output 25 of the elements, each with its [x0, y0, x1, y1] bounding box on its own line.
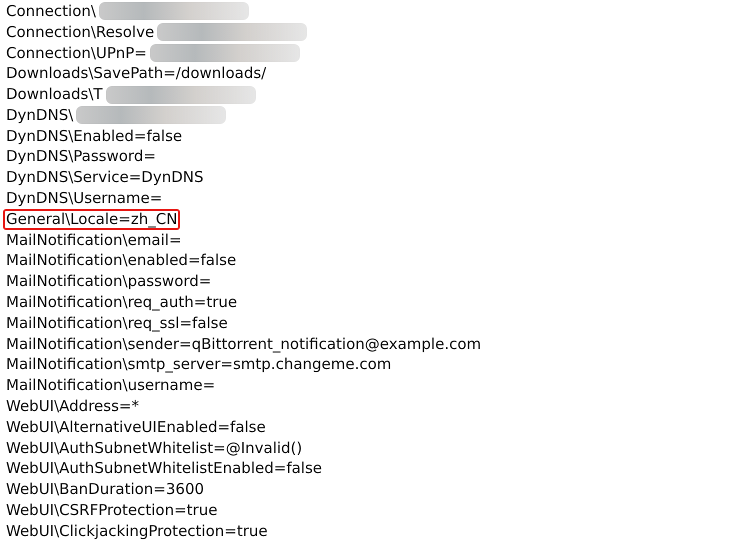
config-line: WebUI\ClickjackingProtection=true: [5, 520, 269, 542]
config-line: MailNotification\enabled=false: [5, 250, 238, 272]
config-line: WebUI\Address=*: [5, 396, 140, 418]
config-line: Connection\UPnP=: [5, 42, 148, 64]
config-line: DynDNS\Service=DynDNS: [5, 167, 205, 188]
config-line: DynDNS\Username=: [5, 188, 164, 210]
config-line: MailNotification\username=: [5, 375, 216, 396]
config-line: MailNotification\password=: [5, 271, 212, 292]
config-line: WebUI\AuthSubnetWhitelist=@Invalid(): [5, 438, 304, 459]
config-line: MailNotification\req_auth=true: [5, 292, 238, 314]
config-line: Downloads\T: [5, 84, 104, 106]
config-line: MailNotification\req_ssl=false: [5, 312, 229, 334]
config-line: MailNotification\smtp_server=smtp.changeme.com: [5, 354, 392, 376]
config-line: DynDNS\Password=: [5, 146, 157, 168]
config-line: WebUI\CSRFProtection=true: [5, 500, 218, 522]
config-line: DynDNS\: [5, 104, 74, 126]
config-line: Connection\Resolve: [5, 22, 156, 43]
config-line: DynDNS\Enabled=false: [5, 126, 184, 147]
config-line: WebUI\AuthSubnetWhitelistEnabled=false: [5, 458, 323, 480]
config-line: WebUI\AlternativeUIEnabled=false: [5, 416, 267, 438]
config-line: MailNotification\sender=qBittorrent_notification@example.com: [5, 334, 482, 355]
config-line: Downloads\SavePath=/downloads/: [5, 63, 268, 84]
config-line: WebUI\BanDuration=3600: [5, 479, 206, 500]
config-line: Connection\: [5, 0, 97, 22]
config-line: MailNotification\email=: [5, 230, 183, 251]
